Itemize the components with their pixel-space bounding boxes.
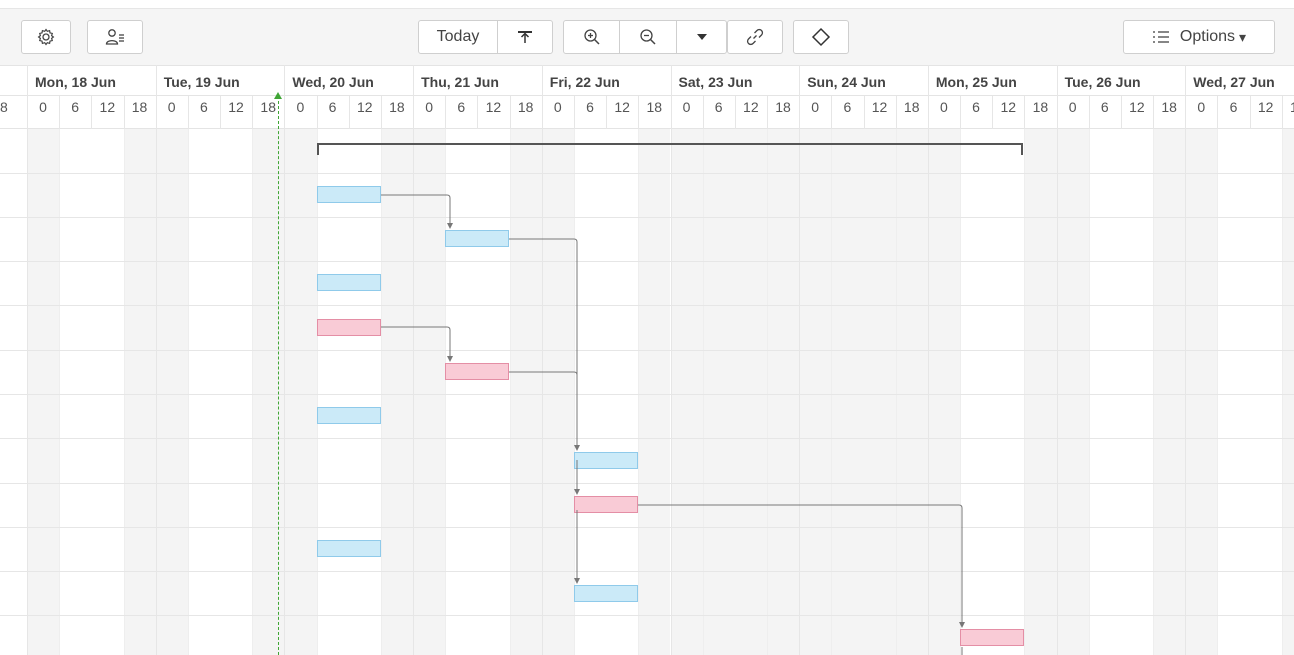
today-marker-line (278, 96, 279, 655)
dependency-arrowheads (447, 223, 965, 628)
today-marker-icon (274, 92, 282, 99)
summary-task-bracket (317, 143, 1023, 155)
dependency-links (317, 143, 1023, 655)
dependency-arrow (381, 194, 963, 655)
